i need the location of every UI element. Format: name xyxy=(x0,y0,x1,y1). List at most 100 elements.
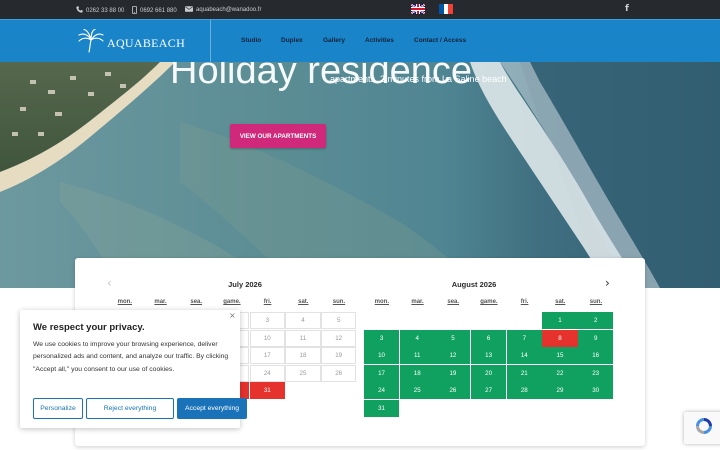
calendar-day[interactable]: 19 xyxy=(435,364,471,382)
calendar-day[interactable]: 16 xyxy=(578,347,614,365)
calendar-day[interactable]: 3 xyxy=(364,329,400,347)
cookie-consent-banner: × We respect your privacy. We use cookie… xyxy=(20,310,247,428)
nav-item-activities[interactable]: Activities xyxy=(365,37,394,44)
weekday-header-july: mon. mar. sea. game. fri. sat. sun. xyxy=(107,299,357,305)
calendar-day[interactable]: 26 xyxy=(435,382,471,400)
calendar-day[interactable]: 2 xyxy=(578,312,614,329)
calendar-day[interactable]: 10 xyxy=(364,347,400,365)
hero-banner: Holiday residence apartments, 2 minutes … xyxy=(0,62,720,288)
envelope-icon xyxy=(185,6,193,14)
day-grid-august: 1 2 3 4 5 6 7 8 9 10 11 12 13 14 15 16 17 18 19 20 21 22 23 24 2… xyxy=(364,312,614,418)
weekday-label: sea. xyxy=(190,299,203,305)
calendar-day[interactable]: 12 xyxy=(435,347,471,365)
calendar-day[interactable]: 25 xyxy=(399,382,435,400)
weekday-label: sun. xyxy=(589,299,603,305)
weekday-label: sun. xyxy=(332,299,346,305)
calendar-day: 4 xyxy=(285,312,321,329)
accept-all-button[interactable]: Accept everything xyxy=(177,398,247,419)
palm-tree-icon xyxy=(78,28,104,58)
phone-icon xyxy=(76,6,83,15)
recaptcha-badge[interactable] xyxy=(684,412,720,444)
calendar-day: 17 xyxy=(249,347,285,365)
calendar-day[interactable]: 24 xyxy=(364,382,400,400)
calendar-empty-cell xyxy=(435,312,470,329)
weekday-label: mar. xyxy=(411,299,424,305)
nav-item-duplex[interactable]: Duplex xyxy=(281,37,303,44)
calendar-day[interactable]: 20 xyxy=(471,364,507,382)
calendar-day[interactable]: 4 xyxy=(399,329,435,347)
cookie-text: We use cookies to improve your browsing … xyxy=(33,341,229,373)
calendar-empty-cell xyxy=(507,312,542,329)
nav-item-gallery[interactable]: Gallery xyxy=(323,37,345,44)
calendar-day[interactable]: 22 xyxy=(542,364,578,382)
calendar-day[interactable]: 9 xyxy=(578,329,614,347)
hero-subtitle: apartments, 2 minutes from La Saline bea… xyxy=(330,74,507,84)
chevron-left-icon[interactable]: ‹ xyxy=(107,276,112,290)
main-navbar: AQUABEACH Studio Duplex Gallery Activiti… xyxy=(0,19,720,63)
site-logo[interactable]: AQUABEACH xyxy=(78,28,186,58)
weekday-label: sat. xyxy=(555,299,566,305)
calendar-day[interactable]: 23 xyxy=(578,364,614,382)
chevron-right-icon[interactable]: › xyxy=(605,276,610,290)
aerial-beach-image xyxy=(0,62,720,288)
calendar-day[interactable]: 5 xyxy=(435,329,471,347)
nav-item-studio[interactable]: Studio xyxy=(241,37,261,44)
calendar-day[interactable]: 31 xyxy=(364,399,400,417)
weekday-label: sat. xyxy=(298,299,309,305)
calendar-day[interactable]: 18 xyxy=(399,364,435,382)
calendar-day[interactable]: 11 xyxy=(399,347,435,365)
english-flag-icon[interactable] xyxy=(411,4,425,14)
phone-number: 0262 33 88 00 xyxy=(86,7,125,14)
calendar-day[interactable]: 21 xyxy=(506,364,542,382)
calendar-day: 18 xyxy=(285,347,321,365)
calendar-day: 11 xyxy=(285,329,321,347)
calendar-day[interactable]: 27 xyxy=(471,382,507,400)
french-flag-icon[interactable] xyxy=(439,4,454,14)
weekday-label: fri. xyxy=(520,299,529,305)
reject-all-button[interactable]: Reject everything xyxy=(86,398,174,419)
calendar-day: 10 xyxy=(249,329,285,347)
weekday-label: mon. xyxy=(374,299,390,305)
calendar-day[interactable]: 31 xyxy=(249,382,285,400)
cookie-title: We respect your privacy. xyxy=(33,322,145,333)
calendar-day[interactable]: 1 xyxy=(542,312,578,329)
mobile-contact[interactable]: 0692 661 880 xyxy=(132,5,177,16)
calendar-day[interactable]: 6 xyxy=(471,329,507,347)
weekday-label: game. xyxy=(223,299,241,305)
facebook-icon[interactable]: f xyxy=(625,4,629,14)
close-icon[interactable]: × xyxy=(229,311,236,320)
weekday-label: mar. xyxy=(154,299,167,305)
flag-cross-horizontal xyxy=(411,7,425,11)
calendar-day[interactable]: 8 xyxy=(542,329,578,347)
calendar-empty-cell xyxy=(400,312,435,329)
weekday-label: sea. xyxy=(447,299,460,305)
nav-item-contact-access[interactable]: Contact / Access xyxy=(414,37,466,44)
calendar-day[interactable]: 28 xyxy=(506,382,542,400)
view-apartments-button[interactable]: VIEW OUR APARTMENTS xyxy=(230,124,326,148)
email-contact[interactable]: aquabeach@wanadoo.fr xyxy=(185,6,261,14)
phone-contact[interactable]: 0262 33 88 00 xyxy=(76,6,124,15)
logo-text: AQUABEACH xyxy=(107,36,186,50)
calendar-day: 26 xyxy=(321,364,357,382)
calendar-day: 5 xyxy=(321,312,357,329)
email-address: aquabeach@wanadoo.fr xyxy=(196,7,262,13)
calendar-day[interactable]: 30 xyxy=(578,382,614,400)
mobile-number: 0692 661 880 xyxy=(140,8,177,14)
weekday-label: fri. xyxy=(263,299,272,305)
calendar-day: 25 xyxy=(285,364,321,382)
calendar-day[interactable]: 29 xyxy=(542,382,578,400)
mobile-icon xyxy=(132,5,137,16)
calendar-day[interactable]: 7 xyxy=(506,329,542,347)
calendar-day: 12 xyxy=(321,329,357,347)
calendar-day: 19 xyxy=(321,347,357,365)
calendar-day[interactable]: 17 xyxy=(364,364,400,382)
nav-divider xyxy=(210,20,211,63)
recaptcha-icon xyxy=(694,416,714,441)
calendar-day[interactable]: 14 xyxy=(506,347,542,365)
weekday-header-august: mon. mar. sea. game. fri. sat. sun. xyxy=(364,299,614,305)
calendar-day: 24 xyxy=(249,364,285,382)
calendar-day[interactable]: 13 xyxy=(471,347,507,365)
personalize-button[interactable]: Personalize xyxy=(33,398,83,419)
calendar-day[interactable]: 15 xyxy=(542,347,578,365)
month-title-july: July 2026 xyxy=(228,280,262,289)
